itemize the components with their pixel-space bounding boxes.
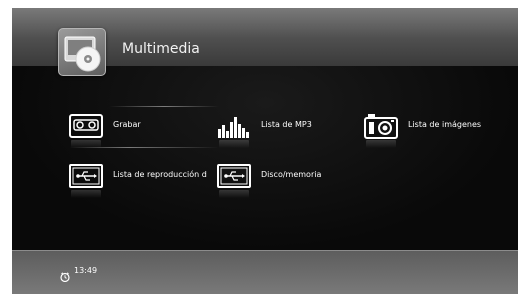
clock-icon <box>60 267 70 283</box>
menu-item-label: Disco/memoria <box>261 170 322 179</box>
multimedia-disc-icon <box>58 28 106 76</box>
usb-icon <box>217 163 251 189</box>
menu-item-disco-memoria[interactable]: Disco/memoria <box>217 163 347 198</box>
icon-reflection <box>219 140 249 148</box>
selection-highlight-top <box>109 106 219 107</box>
icon-reflection <box>219 190 249 198</box>
menu-item-label: Lista de MP3 <box>261 120 312 129</box>
menu-item-lista-imagenes[interactable]: Lista de imágenes <box>364 113 504 148</box>
menu-item-label: Lista de imágenes <box>408 120 482 129</box>
menu-item-grabar[interactable]: Grabar <box>69 106 219 148</box>
equalizer-icon <box>217 113 251 139</box>
menu-item-lista-mp3[interactable]: Lista de MP3 <box>217 113 347 148</box>
menu-item-label: Lista de reproducción d <box>113 170 207 179</box>
menu-item-label: Grabar <box>113 120 141 129</box>
menu-item-lista-reproduccion[interactable]: Lista de reproducción d <box>69 163 219 198</box>
usb-icon <box>69 163 103 189</box>
cassette-icon <box>69 113 103 139</box>
page-title: Multimedia <box>122 41 200 57</box>
clock-time: 13:49 <box>74 266 98 275</box>
multimedia-screen: Multimedia Grabar Lista de MP3 Lista de … <box>12 8 518 294</box>
camera-icon <box>364 113 398 139</box>
selection-highlight-bottom <box>69 147 219 148</box>
menu-area: Grabar Lista de MP3 Lista de imágenes Li… <box>12 66 518 250</box>
status-bar: 13:49 <box>12 250 518 294</box>
icon-reflection <box>366 140 396 148</box>
icon-reflection <box>71 190 101 198</box>
